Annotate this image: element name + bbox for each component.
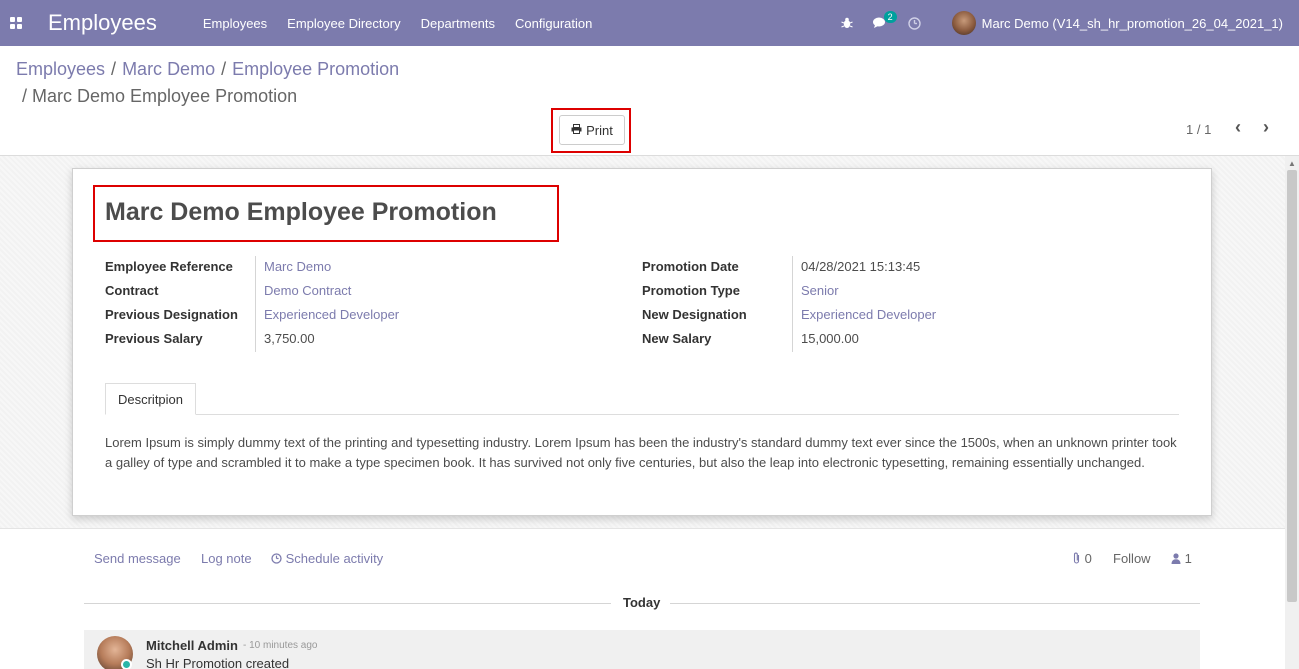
print-button-label: Print bbox=[586, 122, 613, 138]
online-status-dot bbox=[121, 659, 132, 669]
user-avatar bbox=[951, 11, 976, 35]
breadcrumb: Employees / Marc Demo / Employee Promotion bbox=[16, 59, 400, 79]
messages-count-badge: 2 bbox=[883, 11, 897, 23]
user-menu[interactable]: Marc Demo (V14_sh_hr_promotion_26_04_202… bbox=[951, 11, 1283, 35]
systray: 2 Marc Demo (V14_sh_hr_promotion_26_04_2… bbox=[834, 0, 1299, 46]
clock-icon bbox=[271, 551, 286, 566]
field-promotion-type[interactable]: Senior bbox=[801, 283, 839, 299]
menu-item-departments[interactable]: Departments bbox=[411, 16, 505, 31]
breadcrumb-marc-demo[interactable]: Marc Demo bbox=[122, 59, 215, 79]
chatter-divider bbox=[0, 528, 1285, 529]
scrollbar-thumb[interactable] bbox=[1287, 170, 1297, 602]
message-body: Sh Hr Promotion created bbox=[146, 656, 290, 669]
today-divider-right bbox=[670, 603, 1200, 604]
attachments-button[interactable]: 0 bbox=[1072, 551, 1092, 566]
schedule-activity-label: Schedule activity bbox=[285, 551, 384, 566]
menu-item-employees[interactable]: Employees bbox=[193, 16, 277, 31]
today-separator-label: Today bbox=[623, 595, 661, 610]
notebook-tabs-line bbox=[105, 414, 1179, 415]
message-timestamp: - 10 minutes ago bbox=[243, 640, 318, 651]
followers-button[interactable]: 1 bbox=[1171, 551, 1192, 566]
attachments-count: 0 bbox=[1084, 551, 1092, 566]
tab-description[interactable]: Descritpion bbox=[105, 383, 196, 415]
message-author[interactable]: Mitchell Admin bbox=[146, 638, 238, 653]
breadcrumb-employee-promotion[interactable]: Employee Promotion bbox=[232, 59, 399, 79]
description-text: Lorem Ipsum is simply dummy text of the … bbox=[105, 435, 1177, 470]
menu-item-configuration[interactable]: Configuration bbox=[505, 16, 602, 31]
field-employee-reference[interactable]: Marc Demo bbox=[264, 259, 331, 275]
pager-value[interactable]: 1 / 1 bbox=[1186, 122, 1211, 137]
follow-button[interactable]: Follow bbox=[1113, 551, 1151, 566]
breadcrumb-employees[interactable]: Employees bbox=[16, 59, 105, 79]
field-previous-salary[interactable]: 3,750.00 bbox=[264, 331, 315, 347]
label-previous-designation: Previous Designation bbox=[105, 307, 238, 322]
control-panel: Employees / Marc Demo / Employee Promotion /… bbox=[0, 46, 1299, 156]
followers-count: 1 bbox=[1184, 551, 1192, 566]
label-promotion-date: Promotion Date bbox=[642, 259, 739, 274]
app-title[interactable]: Employees bbox=[48, 10, 157, 36]
menu-item-employee-directory[interactable]: Employee Directory bbox=[277, 16, 410, 31]
label-new-salary: New Salary bbox=[642, 331, 712, 346]
label-previous-salary: Previous Salary bbox=[105, 331, 203, 346]
send-message-button[interactable]: Send message bbox=[94, 551, 181, 566]
field-new-salary[interactable]: 15,000.00 bbox=[801, 331, 859, 347]
label-employee-reference: Employee Reference bbox=[105, 259, 233, 274]
activity-clock-icon[interactable] bbox=[902, 0, 928, 46]
right-column-divider bbox=[792, 256, 793, 352]
scroll-up-arrow-icon[interactable]: ▲ bbox=[1288, 159, 1296, 168]
main-menu: Employees Employee Directory Departments… bbox=[193, 16, 603, 31]
left-column-divider bbox=[255, 256, 256, 352]
field-previous-designation[interactable]: Experienced Developer bbox=[264, 307, 399, 323]
field-new-designation[interactable]: Experienced Developer bbox=[801, 307, 936, 323]
log-note-button[interactable]: Log note bbox=[201, 551, 252, 566]
label-new-designation: New Designation bbox=[642, 307, 747, 322]
label-promotion-type: Promotion Type bbox=[642, 283, 740, 298]
print-button[interactable]: Print bbox=[559, 115, 625, 145]
messaging-chat-icon[interactable]: 2 bbox=[868, 0, 897, 46]
today-divider-left bbox=[84, 603, 611, 604]
apps-menu-icon[interactable] bbox=[0, 0, 32, 46]
paperclip-icon bbox=[1072, 551, 1085, 566]
top-navbar: Employees Employees Employee Directory D… bbox=[0, 0, 1299, 46]
chevron-right-icon[interactable]: › bbox=[1263, 117, 1269, 138]
debug-bug-icon[interactable] bbox=[834, 0, 860, 46]
user-icon bbox=[1171, 551, 1185, 566]
breadcrumb-current: / Marc Demo Employee Promotion bbox=[22, 86, 298, 106]
user-name: Marc Demo (V14_sh_hr_promotion_26_04_202… bbox=[981, 15, 1283, 31]
field-promotion-date[interactable]: 04/28/2021 15:13:45 bbox=[801, 259, 920, 275]
chevron-left-icon[interactable]: ‹ bbox=[1235, 117, 1241, 138]
record-title: Marc Demo Employee Promotion bbox=[105, 198, 497, 226]
label-contract: Contract bbox=[105, 283, 159, 298]
field-contract[interactable]: Demo Contract bbox=[264, 283, 351, 299]
printer-icon bbox=[571, 123, 582, 137]
schedule-activity-button[interactable]: Schedule activity bbox=[271, 551, 383, 566]
